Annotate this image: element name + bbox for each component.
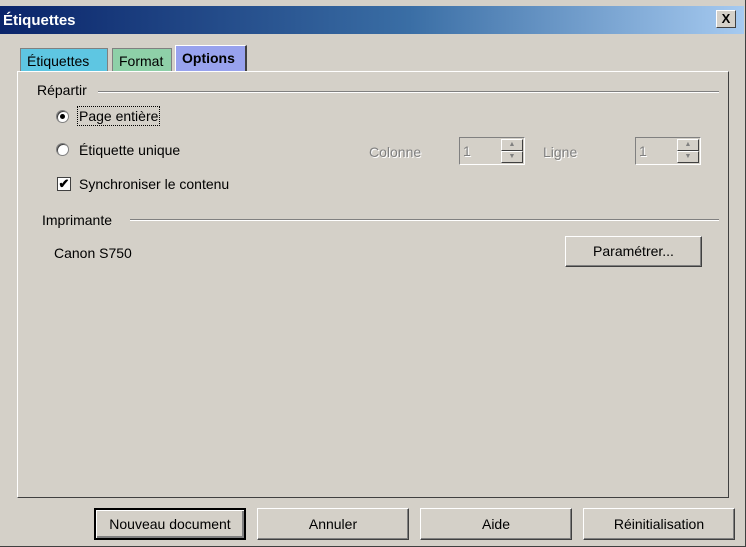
help-label: Aide — [481, 516, 511, 532]
ligne-spinner[interactable]: 1 ▲ ▼ — [635, 137, 701, 165]
tab-format[interactable]: Format — [112, 48, 172, 72]
labels-dialog: Étiquettes X Étiquettes Format Options R… — [0, 0, 746, 547]
page-entiere-label[interactable]: Page entière — [76, 106, 161, 126]
synchroniser-label[interactable]: Synchroniser le contenu — [79, 176, 229, 192]
colonne-label: Colonne — [369, 144, 422, 160]
new-document-button[interactable]: Nouveau document — [94, 508, 246, 540]
window-title: Étiquettes — [3, 12, 76, 29]
colonne-value[interactable]: 1 — [463, 143, 471, 159]
ligne-up-icon[interactable]: ▲ — [677, 139, 699, 151]
ligne-label: Ligne — [543, 144, 578, 160]
printer-group-label: Imprimante — [42, 212, 113, 228]
options-panel: Répartir Page entière Étiquette unique C… — [17, 71, 729, 498]
distribute-group-label: Répartir — [37, 82, 87, 98]
cancel-label: Annuler — [308, 516, 358, 532]
etiquette-unique-radio[interactable] — [56, 143, 69, 156]
title-bar[interactable]: Étiquettes X — [0, 6, 744, 34]
distribute-group-divider — [98, 91, 719, 93]
ligne-down-icon[interactable]: ▼ — [677, 151, 699, 163]
setup-printer-label: Paramétrer... — [593, 243, 674, 259]
reset-button[interactable]: Réinitialisation — [583, 508, 735, 540]
reset-label: Réinitialisation — [613, 516, 705, 532]
etiquette-unique-label[interactable]: Étiquette unique — [79, 142, 180, 158]
close-button[interactable]: X — [716, 10, 736, 28]
cancel-button[interactable]: Annuler — [257, 508, 409, 540]
tab-etiquettes[interactable]: Étiquettes — [20, 48, 108, 72]
page-entiere-radio[interactable] — [56, 110, 69, 123]
help-button[interactable]: Aide — [420, 508, 572, 540]
colonne-up-icon[interactable]: ▲ — [501, 139, 523, 151]
tab-options[interactable]: Options — [175, 45, 247, 72]
ligne-value[interactable]: 1 — [639, 143, 647, 159]
new-document-label: Nouveau document — [109, 516, 231, 532]
radio-selected-dot — [60, 114, 65, 119]
printer-group-divider — [130, 219, 719, 221]
printer-name: Canon S750 — [54, 245, 132, 261]
colonne-spinner[interactable]: 1 ▲ ▼ — [459, 137, 525, 165]
colonne-down-icon[interactable]: ▼ — [501, 151, 523, 163]
setup-printer-button[interactable]: Paramétrer... — [565, 236, 702, 267]
synchroniser-checkbox[interactable]: ✔ — [57, 177, 71, 191]
